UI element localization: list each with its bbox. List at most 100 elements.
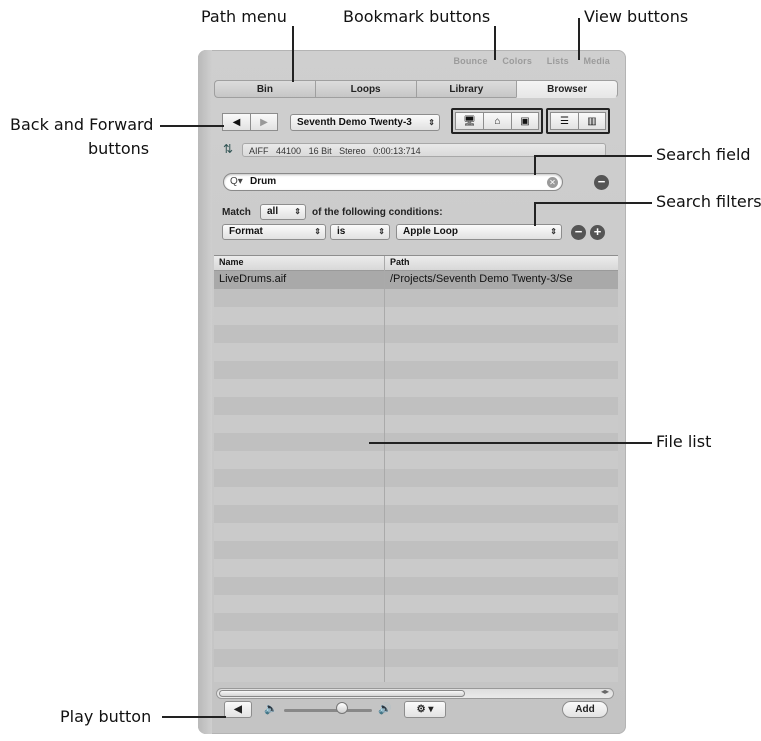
remove-icon: − <box>574 224 583 239</box>
forward-icon: ▶ <box>260 116 268 128</box>
back-button[interactable]: ◀ <box>222 113 250 131</box>
info-rate: 44100 <box>276 146 302 156</box>
conditions-label: of the following conditions: <box>312 207 443 218</box>
tab-bounce[interactable]: Bounce <box>453 56 487 66</box>
empty-row <box>214 325 618 343</box>
empty-row <box>214 307 618 325</box>
search-filters-leader-h <box>534 202 652 204</box>
filter-operator-popup[interactable]: is ⇕ <box>330 224 390 240</box>
projects-bookmark-button[interactable]: ▣ <box>511 112 539 130</box>
add-button[interactable]: Add <box>562 701 608 718</box>
volume-slider[interactable] <box>284 709 372 712</box>
path-menu-leader <box>292 26 294 82</box>
scroll-arrows-icon[interactable]: ◂▸ <box>601 687 609 696</box>
home-icon: ⌂ <box>494 115 501 127</box>
list-view-button[interactable]: ☰ <box>550 112 578 130</box>
column-header-path[interactable]: Path <box>390 257 410 267</box>
view-buttons: ☰ ▥ <box>550 112 606 130</box>
play-button-leader <box>162 716 226 718</box>
back-icon: ◀ <box>232 116 241 128</box>
column-view-icon: ▥ <box>587 115 597 127</box>
back-forward-leader <box>160 125 224 127</box>
panel-edge <box>198 50 212 734</box>
search-field-leader-v <box>534 155 536 175</box>
empty-row <box>214 649 618 667</box>
callout-search-field: Search field <box>656 145 751 164</box>
empty-row <box>214 577 618 595</box>
callout-search-filters: Search filters <box>656 192 761 211</box>
empty-row <box>214 379 618 397</box>
home-bookmark-button[interactable]: ⌂ <box>483 112 511 130</box>
empty-row <box>214 541 618 559</box>
volume-knob[interactable] <box>336 702 348 714</box>
tab-lists[interactable]: Lists <box>547 56 569 66</box>
tab-colors[interactable]: Colors <box>502 56 532 66</box>
column-view-button[interactable]: ▥ <box>578 112 606 130</box>
briefcase-icon: ▣ <box>520 115 530 127</box>
empty-row <box>214 667 618 682</box>
tab-loops[interactable]: Loops <box>314 80 416 98</box>
info-duration: 0:00:13:714 <box>373 146 421 156</box>
scroll-thumb[interactable] <box>219 690 465 697</box>
remove-condition-button[interactable]: − <box>571 225 586 240</box>
tab-bar: Bin Loops Library Browser <box>214 80 618 98</box>
filter-value-popup[interactable]: Apple Loop ⇕ <box>396 224 562 240</box>
path-menu-value: Seventh Demo Twenty-3 <box>297 117 412 128</box>
filter-value-value: Apple Loop <box>403 226 458 237</box>
magnifier-icon[interactable]: Q▾ <box>230 176 243 187</box>
bookmark-buttons: 🖥 ⌂ ▣ <box>455 112 539 130</box>
remove-search-button[interactable]: − <box>594 175 609 190</box>
bookmark-buttons-leader <box>494 26 496 60</box>
gear-icon: ⚙ ▾ <box>416 704 434 715</box>
play-button[interactable]: ◀ <box>224 701 252 718</box>
path-menu[interactable]: Seventh Demo Twenty-3 ⇕ <box>290 114 440 131</box>
match-label: Match <box>222 207 251 218</box>
chevron-updown-icon: ⇕ <box>314 227 321 236</box>
search-field[interactable]: Q▾ Drum ✕ <box>223 173 563 191</box>
callout-bookmark-buttons: Bookmark buttons <box>343 7 491 26</box>
tab-media[interactable]: Media <box>583 56 610 66</box>
callout-path-menu: Path menu <box>201 7 287 26</box>
match-value: all <box>267 206 279 217</box>
view-buttons-leader <box>578 18 580 60</box>
horizontal-scrollbar[interactable]: ◂▸ <box>216 687 614 699</box>
empty-row <box>214 487 618 505</box>
tab-bin[interactable]: Bin <box>214 80 315 98</box>
add-icon: + <box>593 224 602 239</box>
speaker-low-icon: 🔈 <box>264 703 278 715</box>
computer-icon: 🖥 <box>463 115 476 127</box>
column-divider <box>384 256 385 682</box>
column-header-name[interactable]: Name <box>219 257 244 267</box>
clear-icon[interactable]: ✕ <box>547 177 558 188</box>
computer-bookmark-button[interactable]: 🖥 <box>455 112 483 130</box>
forward-button[interactable]: ▶ <box>250 113 278 131</box>
chevron-updown-icon: ⇕ <box>294 207 301 216</box>
tab-library[interactable]: Library <box>415 80 517 98</box>
empty-row <box>214 361 618 379</box>
filter-operator-value: is <box>337 226 346 237</box>
chevron-updown-icon: ⇕ <box>550 227 557 236</box>
audio-file-icon: ⇅ <box>223 142 234 156</box>
add-condition-button[interactable]: + <box>590 225 605 240</box>
empty-row <box>214 631 618 649</box>
upper-tab-row: Bounce Colors Lists Media <box>441 56 610 66</box>
empty-row <box>214 343 618 361</box>
empty-row <box>214 613 618 631</box>
tab-browser[interactable]: Browser <box>516 80 618 98</box>
chevron-updown-icon: ⇕ <box>378 227 385 236</box>
list-header: Name Path <box>214 256 618 271</box>
callout-view-buttons: View buttons <box>584 7 689 26</box>
file-list-leader <box>369 442 652 444</box>
empty-row <box>214 451 618 469</box>
speaker-high-icon: 🔊 <box>378 703 392 715</box>
filter-field-popup[interactable]: Format ⇕ <box>222 224 326 240</box>
info-channels: Stereo <box>339 146 366 156</box>
file-name-cell[interactable]: LiveDrums.aif <box>219 273 286 285</box>
action-menu-button[interactable]: ⚙ ▾ <box>404 701 446 718</box>
callout-play-button: Play button <box>60 707 152 726</box>
search-filters-leader-v <box>534 202 536 226</box>
file-path-cell[interactable]: /Projects/Seventh Demo Twenty-3/Se <box>390 273 573 285</box>
match-popup[interactable]: all ⇕ <box>260 204 306 220</box>
back-forward-group: ◀ ▶ <box>222 113 278 131</box>
chevron-updown-icon: ⇕ <box>428 118 435 127</box>
